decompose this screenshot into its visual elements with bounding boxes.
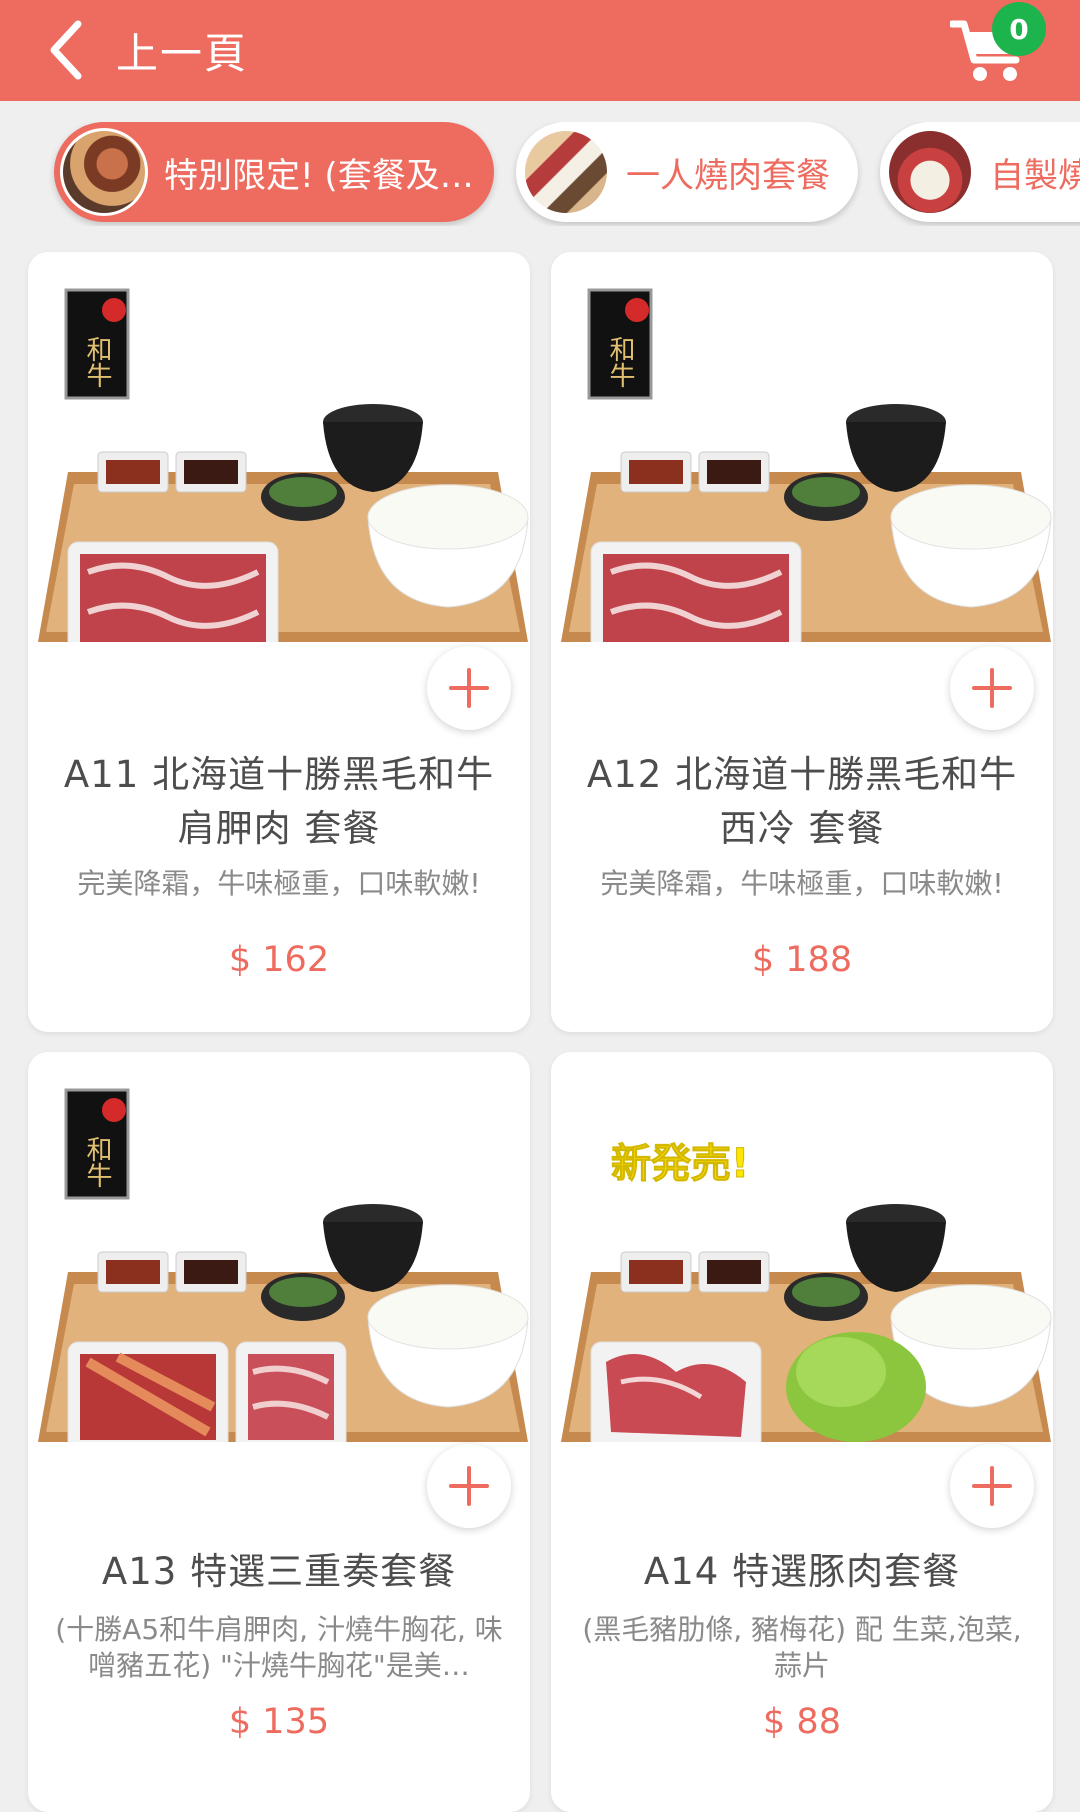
category-tab-single-bbq[interactable]: 一人燒肉套餐 xyxy=(516,122,858,222)
product-price: $ 188 xyxy=(751,940,853,980)
product-card[interactable]: 新発売! A14 特選豚肉套餐 (黑毛豬肋條, 豬梅花) 配 生菜,泡菜,蒜片 $ 8… xyxy=(551,1052,1053,1812)
product-title: A13 特選三重奏套餐 xyxy=(101,1550,457,1593)
plus-icon xyxy=(972,1466,1012,1506)
product-price: $ 135 xyxy=(228,1702,330,1742)
category-tab-label: 自製燒 xyxy=(990,155,1080,196)
product-title: A12 北海道十勝黑毛和牛 西冷 套餐 xyxy=(586,753,1018,850)
back-label: 上一頁 xyxy=(116,28,249,78)
product-image: 新発売! xyxy=(551,1052,1053,1453)
product-price: $ 88 xyxy=(763,1702,841,1742)
category-tab-homemade[interactable]: 自製燒 xyxy=(880,122,1080,222)
category-tab-label: 一人燒肉套餐 xyxy=(626,155,830,196)
product-card[interactable]: 和牛 A12 北海道十勝黑毛和牛 西冷 套餐完美降霜，牛味極重，口味軟嫩! $ 18… xyxy=(551,252,1053,1032)
product-description: (十勝A5和牛肩胛肉, 汁燒牛胸花, 味噌豬五花) "汁燒牛胸花"是美… xyxy=(55,1613,503,1682)
product-badge: 和牛 xyxy=(82,1136,112,1188)
plus-icon xyxy=(972,668,1012,708)
plus-icon xyxy=(449,1466,489,1506)
product-title: A11 北海道十勝黑毛和牛 肩胛肉 套餐 xyxy=(63,753,495,850)
add-to-cart-button[interactable] xyxy=(950,646,1034,730)
cart-button[interactable]: 0 xyxy=(950,2,1046,81)
product-badge: 和牛 xyxy=(82,336,112,388)
product-image: 和牛 xyxy=(551,252,1053,663)
product-title: A14 特選豚肉套餐 xyxy=(643,1550,961,1593)
add-to-cart-button[interactable] xyxy=(427,646,511,730)
cart-count-badge: 0 xyxy=(992,2,1046,56)
product-description: 完美降霜，牛味極重，口味軟嫩! xyxy=(77,867,481,900)
chevron-left-icon xyxy=(50,20,82,80)
product-badge: 和牛 xyxy=(605,336,635,388)
product-description: 完美降霜，牛味極重，口味軟嫩! xyxy=(600,867,1004,900)
category-tab-label: 特別限定! (套餐及… xyxy=(164,155,474,196)
category-thumbnail xyxy=(522,128,610,216)
category-thumbnail xyxy=(60,128,148,216)
product-badge: 新発売! xyxy=(611,1141,749,1187)
product-card[interactable]: 和牛 A13 特選三重奏套餐 (十勝A5和牛肩胛肉, 汁燒牛胸花, 味噌豬五花) "… xyxy=(28,1052,530,1812)
product-image: 和牛 xyxy=(28,252,530,663)
product-description: (黑毛豬肋條, 豬梅花) 配 生菜,泡菜,蒜片 xyxy=(582,1613,1022,1682)
plus-icon xyxy=(449,668,489,708)
category-thumbnail xyxy=(886,128,974,216)
category-tabs: 特別限定! (套餐及… 一人燒肉套餐 自製燒 xyxy=(0,122,1080,226)
add-to-cart-button[interactable] xyxy=(950,1444,1034,1528)
back-button[interactable]: 上一頁 xyxy=(44,8,248,92)
product-image: 和牛 xyxy=(28,1052,530,1453)
add-to-cart-button[interactable] xyxy=(427,1444,511,1528)
product-card[interactable]: 和牛 A11 北海道十勝黑毛和牛 肩胛肉 套餐完美降霜，牛味極重，口味軟嫩! $ 1… xyxy=(28,252,530,1032)
top-bar: 上一頁 0 xyxy=(0,0,1080,101)
product-price: $ 162 xyxy=(228,940,330,980)
category-tab-special[interactable]: 特別限定! (套餐及… xyxy=(54,122,494,222)
